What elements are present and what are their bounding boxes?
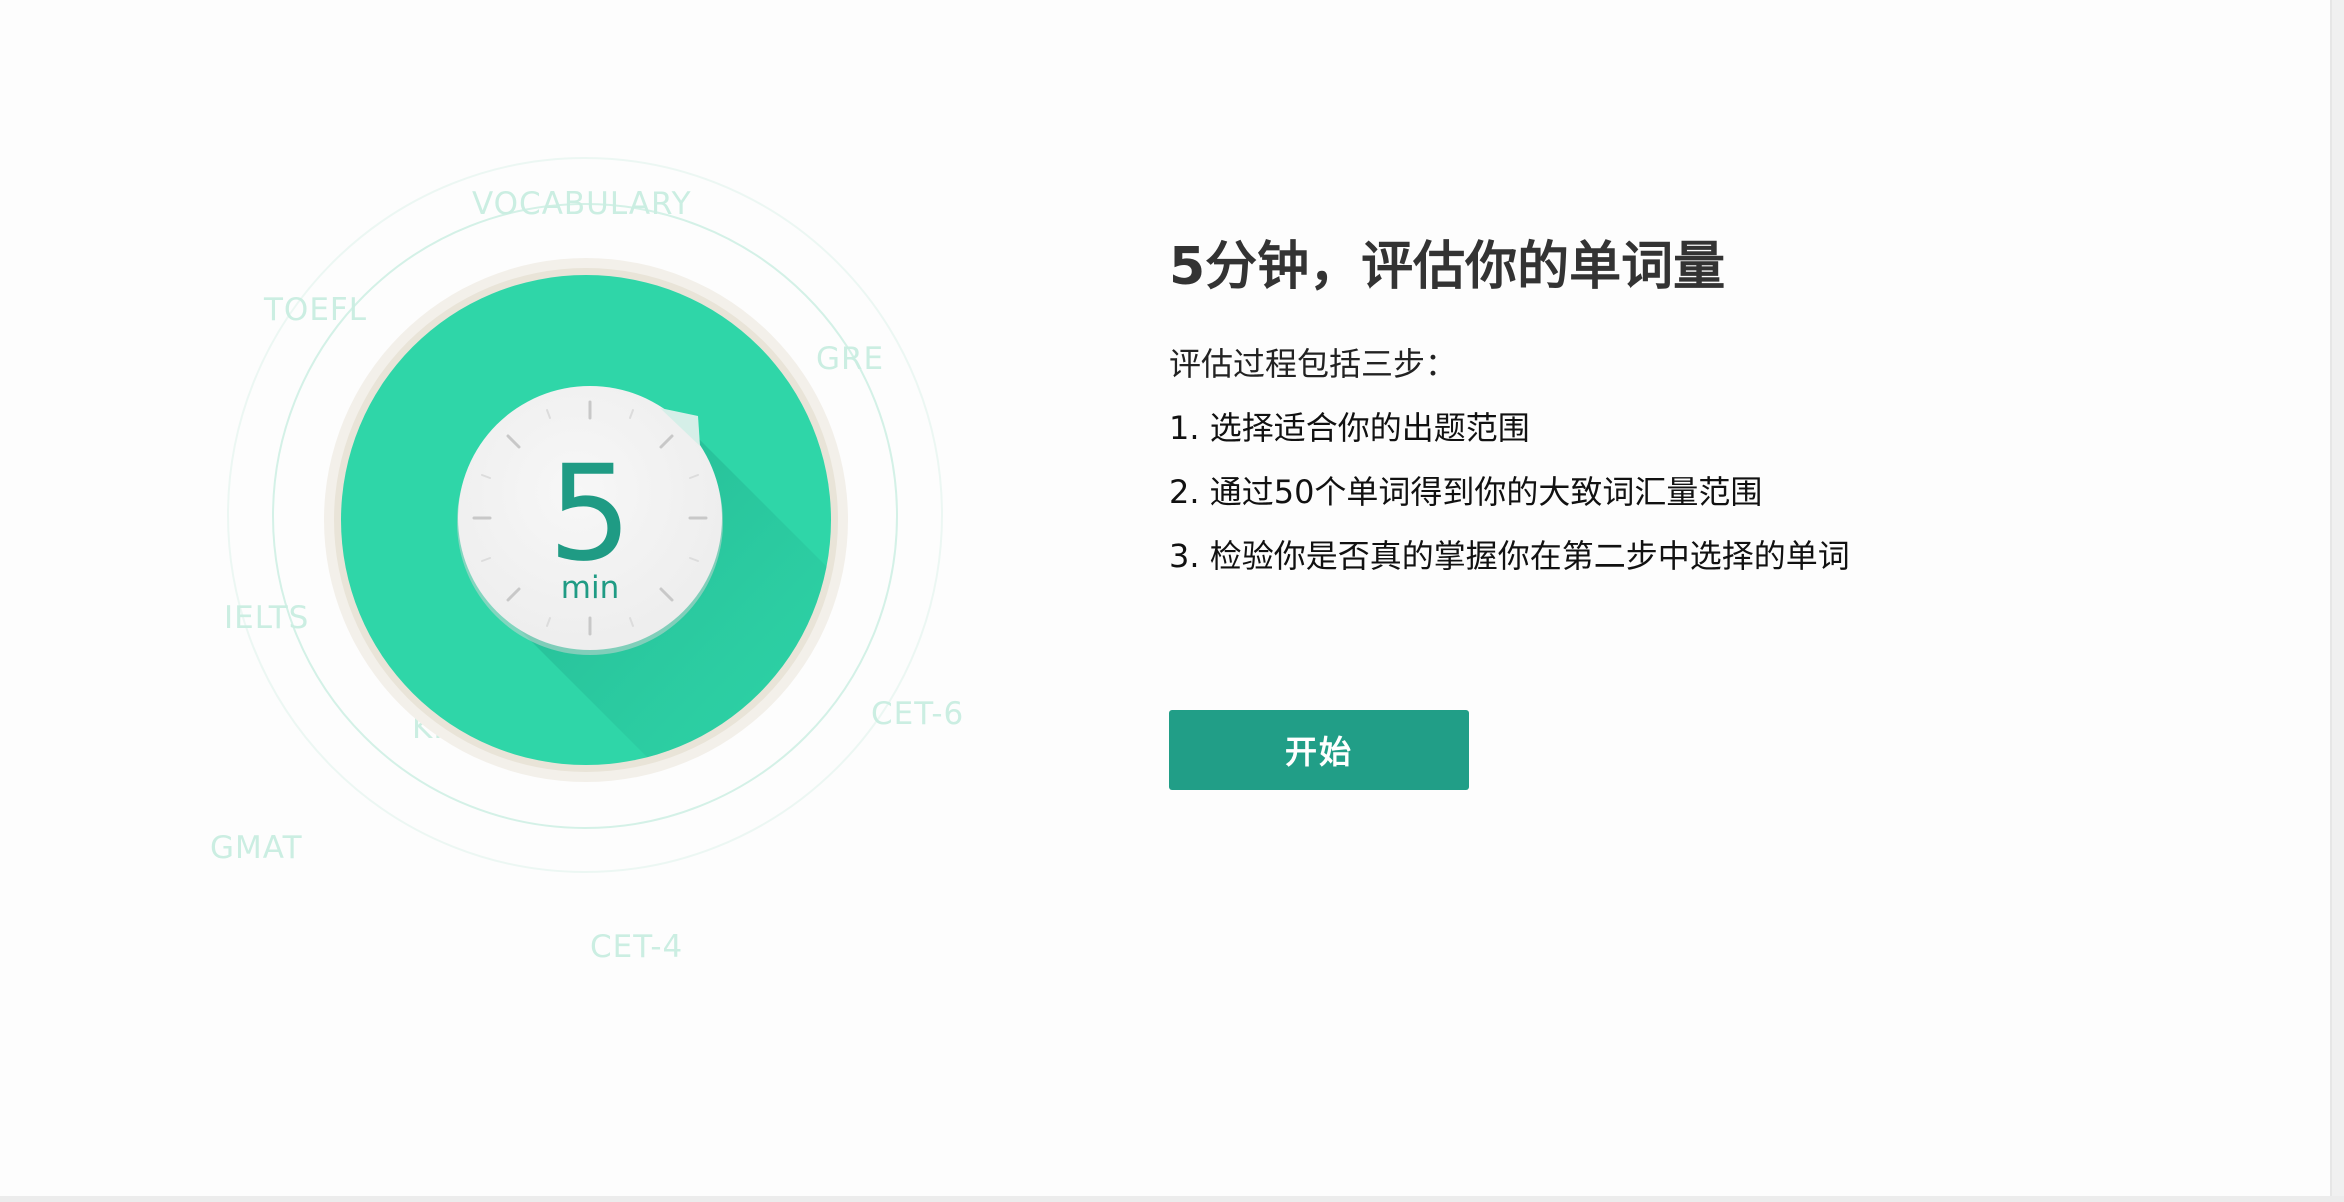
- vocabulary-illustration: VOCABULARY TOEFL GRE IELTS KISH CET-6 GM…: [0, 0, 1100, 1100]
- window-bottom-edge: [0, 1196, 2344, 1202]
- assessment-intro: 5分钟，评估你的单词量 评估过程包括三步： 1. 选择适合你的出题范围 2. 通…: [1169, 0, 2269, 900]
- step-item-1: 1. 选择适合你的出题范围: [1169, 409, 1530, 447]
- window-right-edge: [2330, 0, 2344, 1202]
- timer-unit: min: [560, 570, 620, 606]
- page-title: 5分钟，评估你的单词量: [1169, 237, 1726, 297]
- step-item-3: 3. 检验你是否真的掌握你在第二步中选择的单词: [1169, 537, 1850, 575]
- page: VOCABULARY TOEFL GRE IELTS KISH CET-6 GM…: [0, 0, 2330, 1196]
- start-button[interactable]: 开始: [1169, 710, 1469, 790]
- timer-number: 5: [548, 437, 632, 591]
- step-item-2: 2. 通过50个单词得到你的大致词汇量范围: [1169, 473, 1763, 511]
- process-intro: 评估过程包括三步：: [1169, 345, 1458, 383]
